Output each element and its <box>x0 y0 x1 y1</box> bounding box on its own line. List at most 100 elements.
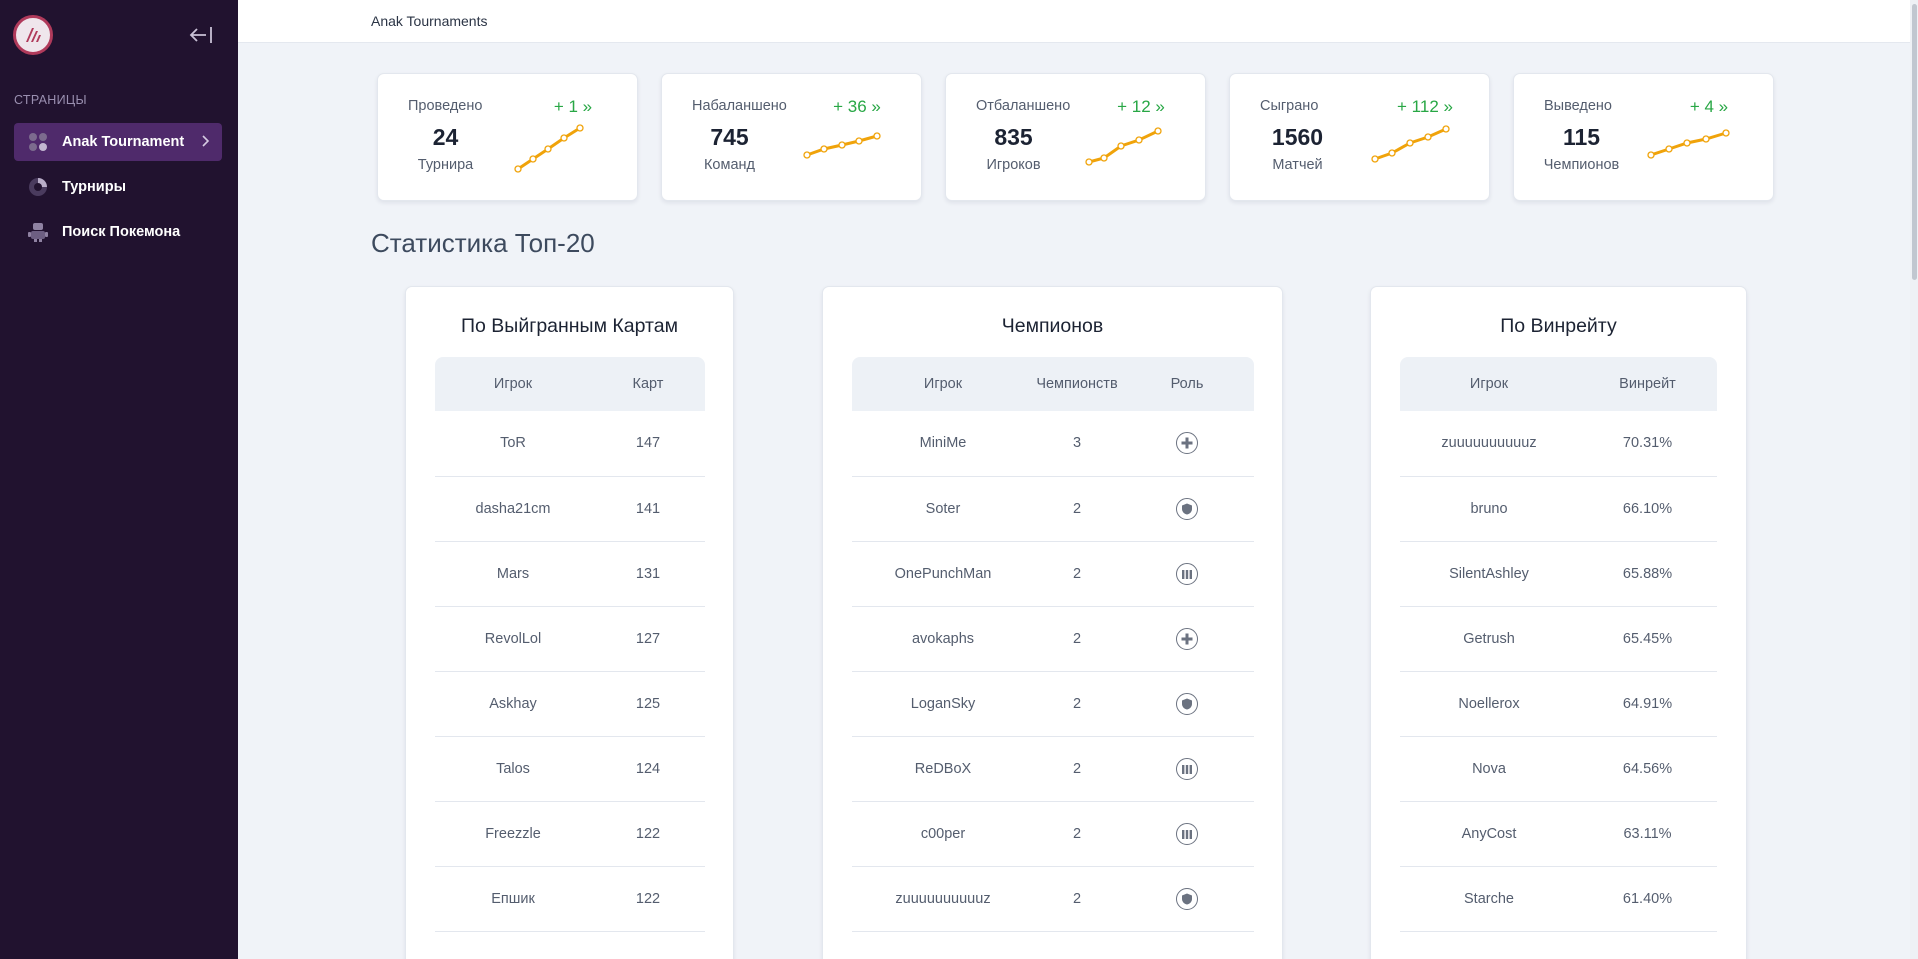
player-name: RevolLol <box>435 606 591 672</box>
column-header[interactable]: Игрок <box>852 357 1034 411</box>
stat-value: 835 <box>994 124 1033 150</box>
table-title: По Выйгранным Картам <box>461 315 678 337</box>
table-row[interactable]: MiniMe 3 <box>852 411 1254 477</box>
winrate-value: 70.31% <box>1578 411 1717 477</box>
stat-delta: + 36 » <box>833 97 881 116</box>
stat-card-tournaments: Проведено 24 Турнира + 1 » <box>377 73 638 201</box>
player-name: c00per <box>852 801 1034 867</box>
maps-won-table: Игрок Карт ToR 147 dasha21cm 141 Mars 131 R… <box>435 357 705 932</box>
table-row[interactable]: SilentAshley 65.88% <box>1400 541 1717 607</box>
maps-count: 125 <box>591 671 705 737</box>
sparkline-chart <box>1647 129 1730 159</box>
sidebar-item-label: Anak Tournament <box>62 134 185 150</box>
table-row[interactable]: Nova 64.56% <box>1400 736 1717 802</box>
table-row[interactable]: bruno 66.10% <box>1400 476 1717 542</box>
player-name: Starche <box>1400 866 1578 932</box>
damage-icon <box>1176 562 1198 585</box>
collapse-sidebar-button[interactable] <box>186 22 216 48</box>
table-row[interactable]: Епшик 122 <box>435 866 705 932</box>
table-row[interactable]: Askhay 125 <box>435 671 705 737</box>
stat-unit: Чемпионов <box>1543 157 1620 173</box>
table-card-champions: Чемпионов Игрок Чемпионств Роль MiniMe 3 … <box>822 286 1283 959</box>
champion-count: 2 <box>1034 541 1120 607</box>
player-name: ToR <box>435 411 591 477</box>
table-row[interactable]: Noellerox 64.91% <box>1400 671 1717 737</box>
table-row[interactable]: Mars 131 <box>435 541 705 607</box>
stat-unit: Турнира <box>417 157 474 173</box>
stat-label: Отбаланшено <box>976 98 1071 114</box>
table-row[interactable]: AnyCost 63.11% <box>1400 801 1717 867</box>
player-name: Noellerox <box>1400 671 1578 737</box>
support-icon <box>1176 627 1198 650</box>
champion-count: 2 <box>1034 866 1120 932</box>
apps-icon <box>26 130 50 154</box>
player-name: AnyCost <box>1400 801 1578 867</box>
table-title: Чемпионов <box>1001 315 1104 337</box>
winrate-value: 66.10% <box>1578 476 1717 542</box>
champion-count: 3 <box>1034 411 1120 477</box>
table-title: По Винрейту <box>1500 315 1617 337</box>
column-header[interactable]: Карт <box>591 357 705 411</box>
support-icon <box>1176 432 1198 455</box>
player-name: SilentAshley <box>1400 541 1578 607</box>
damage-icon <box>1176 757 1198 780</box>
stat-unit: Команд <box>703 157 755 173</box>
column-header[interactable]: Игрок <box>1400 357 1578 411</box>
table-row[interactable]: Getrush 65.45% <box>1400 606 1717 672</box>
player-name: Епшик <box>435 866 591 932</box>
tank-icon <box>1176 497 1198 520</box>
player-name: Soter <box>852 476 1034 542</box>
scrollbar-thumb[interactable] <box>1912 4 1917 280</box>
stat-label: Проведено <box>408 98 483 114</box>
table-row[interactable]: RevolLol 127 <box>435 606 705 672</box>
page-title: Статистика Топ-20 <box>371 228 595 258</box>
sparkline-chart <box>803 132 881 159</box>
table-row[interactable]: LoganSky 2 <box>852 671 1254 737</box>
tank-icon <box>1176 692 1198 715</box>
player-name: OnePunchMan <box>852 541 1034 607</box>
sidebar-item-pokemon-search[interactable]: Поиск Покемона <box>14 213 222 251</box>
sidebar-item-tournaments[interactable]: Турниры <box>14 168 222 206</box>
app-logo[interactable] <box>13 15 53 55</box>
table-row[interactable]: Talos 124 <box>435 736 705 802</box>
table-card-maps-won: По Выйгранным Картам Игрок Карт ToR 147 d… <box>405 286 734 959</box>
maps-count: 147 <box>591 411 705 477</box>
table-row[interactable]: dasha21cm 141 <box>435 476 705 542</box>
stat-value: 745 <box>710 124 749 150</box>
column-header[interactable]: Винрейт <box>1578 357 1717 411</box>
sparkline-chart <box>1085 127 1162 166</box>
table-row[interactable]: ToR 147 <box>435 411 705 477</box>
player-name: LoganSky <box>852 671 1034 737</box>
table-row[interactable]: ReDBoX 2 <box>852 736 1254 802</box>
table-card-winrate: По Винрейту Игрок Винрейт zuuuuuuuuuuz 70… <box>1370 286 1747 959</box>
table-row[interactable]: zuuuuuuuuuuz 70.31% <box>1400 411 1717 477</box>
column-header[interactable]: Чемпионств <box>1034 357 1120 411</box>
winrate-value: 64.56% <box>1578 736 1717 802</box>
column-header[interactable]: Роль <box>1120 357 1254 411</box>
breadcrumb[interactable]: Anak Tournaments <box>371 13 487 29</box>
sidebar: СТРАНИЦЫ Anak Tournament Турниры Поиск П… <box>0 0 238 959</box>
player-name: MiniMe <box>852 411 1034 477</box>
player-name: zuuuuuuuuuuz <box>852 866 1034 932</box>
winrate-value: 63.11% <box>1578 801 1717 867</box>
sidebar-item-anak-tournament[interactable]: Anak Tournament <box>14 123 222 161</box>
table-row[interactable]: avokaphs 2 <box>852 606 1254 672</box>
table-row[interactable]: zuuuuuuuuuuz 2 <box>852 866 1254 932</box>
sidebar-section-label: СТРАНИЦЫ <box>14 93 87 107</box>
player-name: Mars <box>435 541 591 607</box>
stat-delta: + 112 » <box>1397 97 1453 116</box>
stat-delta: + 12 » <box>1117 97 1165 116</box>
table-row[interactable]: c00per 2 <box>852 801 1254 867</box>
player-name: bruno <box>1400 476 1578 542</box>
table-row[interactable]: OnePunchMan 2 <box>852 541 1254 607</box>
sparkline-chart <box>1371 125 1450 163</box>
player-name: Nova <box>1400 736 1578 802</box>
stat-value: 115 <box>1562 124 1601 150</box>
stat-card-champions: Выведено 115 Чемпионов + 4 » <box>1513 73 1774 201</box>
top-bar: Anak Tournaments <box>238 0 1918 43</box>
maps-count: 127 <box>591 606 705 672</box>
column-header[interactable]: Игрок <box>435 357 591 411</box>
table-row[interactable]: Soter 2 <box>852 476 1254 542</box>
table-row[interactable]: Freezzle 122 <box>435 801 705 867</box>
table-row[interactable]: Starche 61.40% <box>1400 866 1717 932</box>
